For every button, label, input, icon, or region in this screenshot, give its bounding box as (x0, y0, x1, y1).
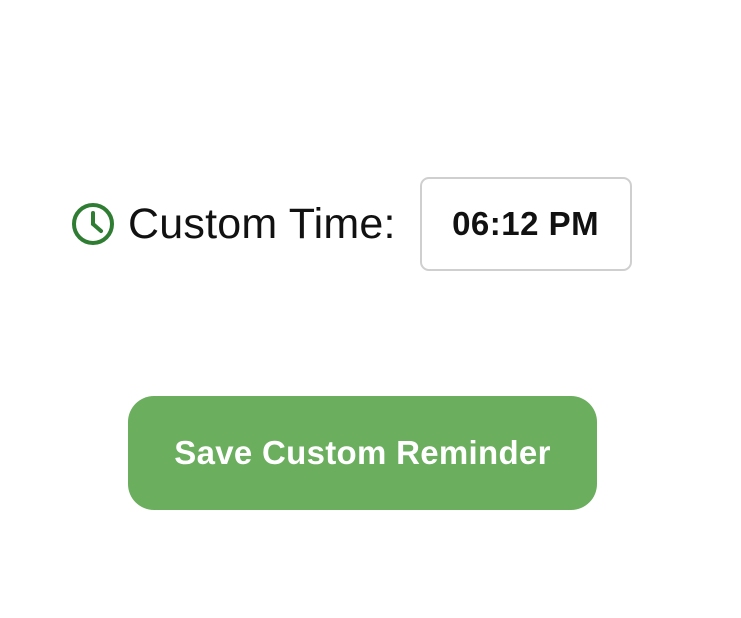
custom-time-label: Custom Time: (128, 199, 396, 248)
custom-time-row: Custom Time: 06:12 PM (70, 176, 632, 272)
save-custom-reminder-button[interactable]: Save Custom Reminder (128, 396, 597, 510)
time-value: 06:12 PM (452, 205, 600, 242)
custom-reminder-screen: Custom Time: 06:12 PM Save Custom Remind… (0, 0, 741, 618)
time-picker-field[interactable]: 06:12 PM (419, 177, 632, 271)
clock-icon (70, 201, 116, 247)
